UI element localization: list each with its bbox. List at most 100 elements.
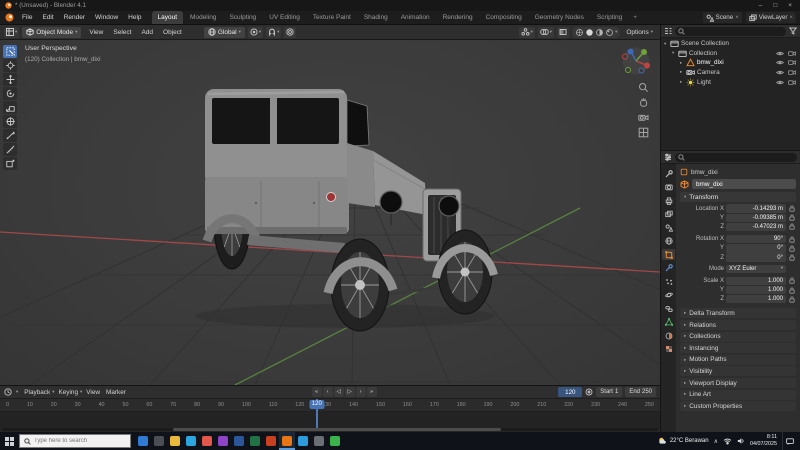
taskbar-app-icon[interactable] <box>202 436 212 446</box>
timeline-scrollbar[interactable] <box>2 428 658 431</box>
hide-in-viewport-eye-icon[interactable] <box>776 59 784 66</box>
scene-selector[interactable]: Scene × <box>702 12 742 23</box>
workspace-tab[interactable]: Compositing <box>480 11 528 24</box>
lock-icon[interactable] <box>788 254 796 261</box>
menu-item[interactable]: File <box>17 14 37 21</box>
notification-center-icon[interactable] <box>782 432 797 450</box>
wifi-icon[interactable] <box>723 437 732 445</box>
camera-view-icon[interactable] <box>638 112 649 123</box>
weather-widget[interactable]: 22°C Berawan <box>658 437 709 445</box>
transport-button[interactable]: › <box>355 387 366 397</box>
lock-icon[interactable] <box>788 245 796 252</box>
number-field[interactable]: -0.09385 m <box>726 213 786 222</box>
workspace-tab[interactable]: + <box>629 11 641 24</box>
taskbar-app-icon[interactable] <box>314 436 324 446</box>
auto-keying-icon[interactable] <box>585 388 593 396</box>
workspace-tab[interactable]: Texture Paint <box>307 11 357 24</box>
navigation-gizmo[interactable] <box>621 46 651 76</box>
show-overlays-toggle[interactable]: ▾ <box>537 26 555 38</box>
maximize-button[interactable]: □ <box>773 2 777 9</box>
taskbar-search[interactable] <box>19 434 131 448</box>
outliner-editor-icon[interactable] <box>664 27 672 35</box>
timeline-menu-item[interactable]: Marker <box>104 389 130 396</box>
panel-section-header[interactable]: ▸ Relations <box>680 320 796 331</box>
lock-icon[interactable] <box>788 223 796 231</box>
outliner-row[interactable]: ▸ Camera <box>661 68 800 78</box>
tab-scene[interactable] <box>662 222 675 233</box>
viewport-menu-item[interactable]: Add <box>136 29 158 36</box>
number-field[interactable]: 90° <box>726 234 786 244</box>
viewport-3d[interactable]: User Perspective (120) Collection | bmw_… <box>0 40 660 385</box>
minimize-button[interactable]: – <box>759 2 763 9</box>
number-field[interactable]: -0.47023 m <box>726 222 786 232</box>
viewport-menu-item[interactable]: Object <box>158 29 187 36</box>
transport-button[interactable]: » <box>366 387 377 397</box>
timeline-menu-item[interactable]: Playback ▾ <box>22 389 56 396</box>
tab-output[interactable] <box>662 195 675 206</box>
volume-icon[interactable] <box>737 437 745 445</box>
outliner-row[interactable]: ▸ Light <box>661 77 800 87</box>
taskbar-app-icon[interactable] <box>234 436 244 446</box>
tab-view-layer[interactable] <box>662 209 675 220</box>
search-input[interactable] <box>34 438 124 444</box>
show-hidden-icons-chevron[interactable]: ∧ <box>714 438 718 445</box>
taskbar-app-icon[interactable] <box>186 436 196 446</box>
object-name-input[interactable]: bmw_dixi <box>692 179 796 189</box>
transform-tool[interactable] <box>3 115 17 128</box>
tab-particles[interactable] <box>662 276 675 287</box>
blender-menu-icon[interactable] <box>0 13 17 22</box>
outliner-row[interactable]: ▾ Collection <box>661 49 800 59</box>
disable-in-render-camera-icon[interactable] <box>788 59 796 66</box>
disable-in-render-camera-icon[interactable] <box>788 69 796 76</box>
lock-icon[interactable] <box>788 236 796 243</box>
viewlayer-selector[interactable]: ViewLayer × <box>745 12 796 23</box>
tab-texture[interactable] <box>662 344 675 355</box>
tab-object-data[interactable] <box>662 317 675 328</box>
tab-tool[interactable] <box>662 168 675 179</box>
workspace-tab[interactable]: Geometry Nodes <box>529 11 590 24</box>
unlink-scene-icon[interactable]: × <box>735 15 739 21</box>
frame-end-field[interactable]: End 250 <box>625 387 657 397</box>
number-field[interactable]: 1.000 <box>726 276 786 286</box>
number-field[interactable]: -0.14293 m <box>726 204 786 213</box>
tab-physics[interactable] <box>662 290 675 301</box>
orthographic-toggle-icon[interactable] <box>638 127 649 138</box>
cursor-tool[interactable] <box>3 59 17 72</box>
timeline-editor-icon[interactable] <box>4 388 12 396</box>
taskbar-app-icon[interactable] <box>138 436 148 446</box>
snap-toggle[interactable]: ▾ <box>266 26 282 38</box>
panel-section-header[interactable]: ▸ Delta Transform <box>680 308 796 319</box>
proportional-editing-toggle[interactable] <box>284 26 297 38</box>
frame-start-field[interactable]: Start 1 <box>596 387 623 397</box>
workspace-tab[interactable]: Animation <box>395 11 436 24</box>
timeline-menu-item[interactable]: View <box>84 389 104 396</box>
transform-section-header[interactable]: ▾ Transform <box>680 192 796 202</box>
hide-in-viewport-eye-icon[interactable] <box>776 50 784 57</box>
tab-world[interactable] <box>662 236 675 247</box>
tab-modifiers[interactable] <box>662 263 675 274</box>
measure-tool[interactable] <box>3 143 17 156</box>
outliner-search-input[interactable] <box>675 26 786 36</box>
lock-icon[interactable] <box>788 277 796 285</box>
timeline-menu-item[interactable]: Keying ▾ <box>56 389 84 396</box>
transport-button[interactable]: ▷ <box>344 387 355 397</box>
lock-icon[interactable] <box>788 205 796 212</box>
panel-section-header[interactable]: ▸ Visibility <box>680 366 796 377</box>
workspace-tab[interactable]: Sculpting <box>223 11 262 24</box>
zoom-icon[interactable] <box>638 82 649 93</box>
hide-in-viewport-eye-icon[interactable] <box>776 79 784 86</box>
xray-toggle[interactable] <box>557 26 570 38</box>
timeline-ruler[interactable]: 0 10 20 30 40 50 60 70 80 90 100 110 120 130 140 150 160… <box>0 399 660 412</box>
panel-section-header[interactable]: ▸ Motion Paths <box>680 354 796 365</box>
outliner-row[interactable]: ▸ bmw_dixi <box>661 58 800 68</box>
pan-hand-icon[interactable] <box>638 97 649 108</box>
outliner-row[interactable]: ▾ Scene Collection <box>661 39 800 49</box>
tab-material[interactable] <box>662 330 675 341</box>
editor-type-button[interactable]: ▾ <box>4 26 20 38</box>
close-button[interactable]: × <box>788 2 792 9</box>
viewport-menu-item[interactable]: Select <box>108 29 136 36</box>
shading-modes[interactable]: ▾ <box>572 26 621 38</box>
hide-in-viewport-eye-icon[interactable] <box>776 69 784 76</box>
disable-in-render-camera-icon[interactable] <box>788 50 796 57</box>
number-field[interactable]: 1.000 <box>726 285 786 295</box>
